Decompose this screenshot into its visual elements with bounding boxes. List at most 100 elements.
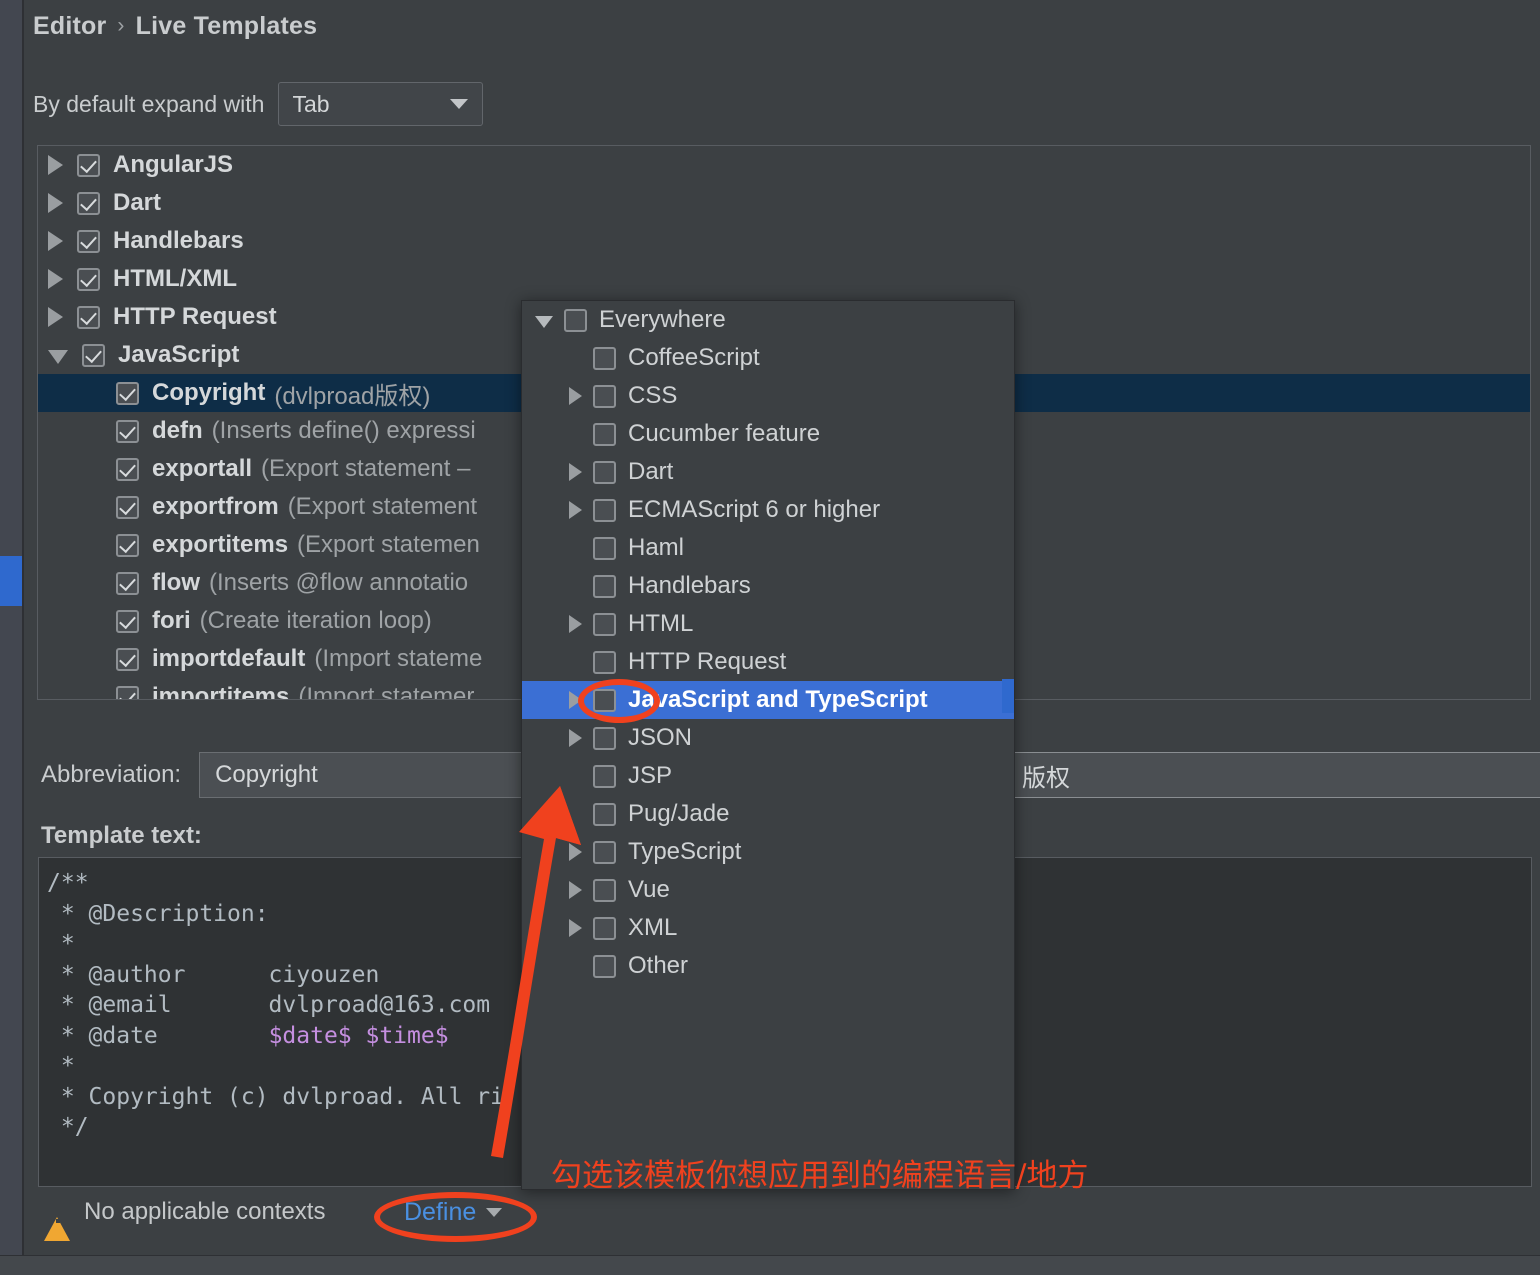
context-checkbox[interactable] [593, 726, 616, 750]
checkbox[interactable] [82, 343, 105, 367]
chevron-right-icon[interactable] [569, 919, 582, 937]
context-selection-popup[interactable]: Everywhere CoffeeScript CSS Cucumber featur… [521, 300, 1015, 1190]
context-label: TypeScript [628, 838, 742, 865]
checkbox[interactable] [77, 267, 100, 291]
chevron-right-icon[interactable] [48, 269, 63, 289]
chevron-right-icon[interactable] [48, 193, 63, 213]
chevron-right-icon[interactable] [569, 615, 582, 633]
context-checkbox[interactable] [593, 878, 616, 902]
checkbox[interactable] [116, 495, 139, 519]
context-row[interactable]: Dart [522, 453, 1014, 491]
chevron-right-icon[interactable] [48, 155, 63, 175]
chevron-right-icon[interactable] [569, 881, 582, 899]
template-description: (Export statement [287, 493, 478, 520]
template-name: fori [152, 607, 191, 634]
checkbox[interactable] [116, 609, 139, 633]
chevron-right-icon[interactable] [48, 231, 63, 251]
tree-group-row[interactable]: Handlebars [38, 222, 1530, 260]
template-description: (dvlproad版权) [274, 382, 431, 410]
context-row[interactable]: ECMAScript 6 or higher [522, 491, 1014, 529]
checkbox[interactable] [116, 647, 139, 671]
context-checkbox[interactable] [593, 612, 616, 636]
checkbox[interactable] [77, 153, 100, 177]
chevron-right-icon[interactable] [569, 501, 582, 519]
template-name: defn [152, 417, 203, 444]
context-row[interactable]: CoffeeScript [522, 339, 1014, 377]
context-checkbox[interactable] [593, 574, 616, 598]
tree-group-row[interactable]: HTML/XML [38, 260, 1530, 298]
checkbox[interactable] [116, 381, 139, 405]
tree-group-label: Handlebars [113, 227, 244, 254]
checkbox[interactable] [116, 685, 139, 699]
breadcrumb-root[interactable]: Editor [33, 12, 106, 40]
context-row[interactable]: XML [522, 909, 1014, 947]
context-label: Other [628, 952, 689, 979]
popup-scrollbar-thumb[interactable] [1002, 679, 1014, 713]
context-checkbox[interactable] [593, 384, 616, 408]
chevron-down-icon[interactable] [535, 316, 553, 328]
chevron-right-icon[interactable] [569, 387, 582, 405]
breadcrumb-separator: › [117, 14, 125, 37]
context-label: CoffeeScript [628, 344, 760, 371]
chevron-down-icon [450, 99, 469, 109]
context-checkbox[interactable] [593, 764, 616, 788]
chevron-right-icon[interactable] [569, 843, 582, 861]
checkbox[interactable] [77, 191, 100, 215]
checkbox[interactable] [116, 419, 139, 443]
annotation-note: 勾选该模板你想应用到的编程语言/地方 [551, 1158, 1089, 1194]
context-row[interactable]: Other [522, 947, 1014, 985]
context-row[interactable]: Cucumber feature [522, 415, 1014, 453]
context-row[interactable]: JSP [522, 757, 1014, 795]
context-row[interactable]: TypeScript [522, 833, 1014, 871]
context-row[interactable]: HTTP Request [522, 643, 1014, 681]
context-checkbox[interactable] [593, 916, 616, 940]
context-checkbox[interactable] [593, 536, 616, 560]
context-row[interactable]: Haml [522, 529, 1014, 567]
template-name: importdefault [152, 645, 306, 672]
context-checkbox[interactable] [593, 346, 616, 370]
context-checkbox[interactable] [593, 650, 616, 674]
template-name: exportitems [152, 531, 289, 558]
context-row[interactable]: Vue [522, 871, 1014, 909]
checkbox[interactable] [77, 229, 100, 253]
expand-with-label: By default expand with [33, 90, 265, 117]
breadcrumb: Editor › Live Templates [33, 12, 317, 41]
template-name: exportfrom [152, 493, 279, 520]
context-checkbox[interactable] [593, 840, 616, 864]
context-row[interactable]: CSS [522, 377, 1014, 415]
context-label: Vue [628, 876, 670, 903]
context-checkbox[interactable] [593, 460, 616, 484]
context-checkbox[interactable] [564, 308, 587, 332]
expand-with-select[interactable]: Tab [278, 82, 484, 126]
context-row[interactable]: Handlebars [522, 567, 1014, 605]
context-row[interactable]: JSON [522, 719, 1014, 757]
checkbox[interactable] [116, 571, 139, 595]
context-row[interactable]: Everywhere [522, 301, 1014, 339]
tree-group-label: HTML/XML [113, 265, 237, 292]
context-row[interactable]: Pug/Jade [522, 795, 1014, 833]
context-label: XML [628, 914, 678, 941]
chevron-right-icon[interactable] [569, 729, 582, 747]
chevron-right-icon[interactable] [48, 307, 63, 327]
left-rail [0, 0, 22, 1255]
context-checkbox[interactable] [593, 498, 616, 522]
context-row[interactable]: HTML [522, 605, 1014, 643]
chevron-down-icon[interactable] [48, 350, 68, 364]
tree-group-row[interactable]: AngularJS [38, 146, 1530, 184]
template-description: (Inserts @flow annotatio [209, 569, 469, 596]
context-checkbox[interactable] [593, 422, 616, 446]
checkbox[interactable] [116, 457, 139, 481]
template-description: (Inserts define() expressi [211, 417, 476, 444]
context-checkbox[interactable] [593, 954, 616, 978]
checkbox[interactable] [77, 305, 100, 329]
context-checkbox[interactable] [593, 802, 616, 826]
checkbox[interactable] [116, 533, 139, 557]
tree-group-row[interactable]: Dart [38, 184, 1530, 222]
left-scrollbar-thumb[interactable] [0, 556, 22, 606]
description-input[interactable]: 版权 [1010, 752, 1540, 798]
context-label: Handlebars [628, 572, 751, 599]
context-label: HTML [628, 610, 694, 637]
chevron-right-icon[interactable] [569, 463, 582, 481]
